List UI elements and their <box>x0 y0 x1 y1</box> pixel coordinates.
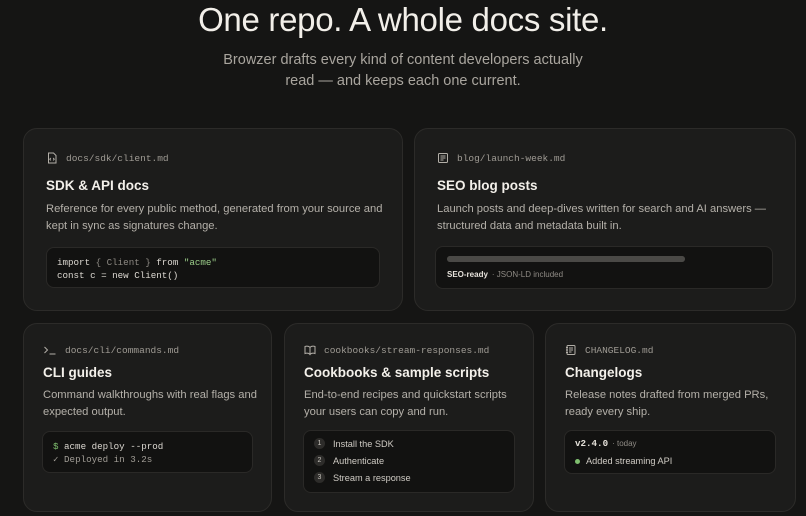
card-description: Reference for every public method, gener… <box>46 201 382 235</box>
card-changelogs: CHANGELOG.md Changelogs Release notes dr… <box>545 323 796 512</box>
hero-subtitle-line2: read — and keeps each one current. <box>285 73 521 89</box>
changelog-item: Added streaming API <box>575 453 765 469</box>
card-description: Launch posts and deep-dives written for … <box>437 201 766 235</box>
card-title: SDK & API docs <box>46 178 150 193</box>
step-number: 3 <box>314 472 325 483</box>
step-number: 1 <box>314 438 325 449</box>
card-title: SEO blog posts <box>437 178 538 193</box>
step-label: Install the SDK <box>333 438 394 449</box>
card-title: Changelogs <box>565 365 643 380</box>
card-description-line: your users can copy and run. <box>304 406 449 418</box>
list-item: 2 Authenticate <box>314 452 504 469</box>
card-path-text: CHANGELOG.md <box>585 344 654 356</box>
card-cli-guides: docs/cli/commands.md CLI guides Command … <box>23 323 272 512</box>
hero-title: One repo. A whole docs site. <box>198 1 608 38</box>
newspaper-icon <box>437 152 449 164</box>
step-number: 2 <box>314 455 325 466</box>
book-open-icon <box>304 344 316 356</box>
steps-list: 1 Install the SDK 2 Authenticate 3 Strea… <box>303 430 515 493</box>
seo-progress-fill <box>447 256 685 262</box>
card-seo-blog-posts: blog/launch-week.md SEO blog posts Launc… <box>414 128 796 311</box>
card-description: End-to-end recipes and quickstart script… <box>304 387 507 421</box>
card-description-line: Command walkthroughs with real flags and <box>43 389 257 401</box>
changelog-item-label: Added streaming API <box>586 456 673 466</box>
file-code-icon <box>46 152 58 164</box>
changelog-entry: v2.4.0 · today Added streaming API <box>564 430 776 474</box>
terminal-output: ✓ Deployed in 3.2s <box>53 454 153 465</box>
version-note: · today <box>612 439 637 448</box>
card-description-line: expected output. <box>43 406 126 418</box>
version-tag: v2.4.0 <box>575 438 609 449</box>
card-description-line: End-to-end recipes and quickstart script… <box>304 389 507 401</box>
card-path-text: docs/cli/commands.md <box>65 344 180 356</box>
seo-badge-row: SEO-ready · JSON-LD included <box>447 270 563 279</box>
seo-progress-bar <box>447 256 685 262</box>
card-path-text: blog/launch-week.md <box>457 152 566 164</box>
card-cookbooks: cookbooks/stream-responses.md Cookbooks … <box>284 323 534 512</box>
card-path: docs/cli/commands.md <box>43 344 179 356</box>
version-row: v2.4.0 · today <box>575 438 765 453</box>
card-title: Cookbooks & sample scripts <box>304 365 490 380</box>
card-description: Command walkthroughs with real flags and… <box>43 387 257 421</box>
card-description-line: kept in sync as signatures change. <box>46 220 218 232</box>
code-line: import { Client } from "acme" <box>57 257 217 268</box>
card-sdk-api-docs: docs/sdk/client.md SDK & API docs Refere… <box>23 128 403 311</box>
seo-badge-note: · JSON-LD included <box>491 270 564 279</box>
card-description-line: ready every ship. <box>565 406 651 418</box>
code-snippet: import { Client } from "acme" const c = … <box>46 247 380 288</box>
card-path: docs/sdk/client.md <box>46 152 169 164</box>
card-path: CHANGELOG.md <box>565 344 653 356</box>
code-line: const c = new Client() <box>57 270 179 281</box>
terminal-command: $ acme deploy --prod <box>53 441 164 452</box>
card-path-text: docs/sdk/client.md <box>66 152 169 164</box>
card-description-line: Launch posts and deep-dives written for … <box>437 203 766 215</box>
card-description-line: Reference for every public method, gener… <box>46 203 383 215</box>
list-item: 3 Stream a response <box>314 469 504 486</box>
hero-subtitle-line1: Browzer drafts every kind of content dev… <box>223 52 583 68</box>
step-label: Authenticate <box>333 455 385 466</box>
card-title: CLI guides <box>43 365 113 380</box>
card-description: Release notes drafted from merged PRs, r… <box>565 387 768 421</box>
card-path: blog/launch-week.md <box>437 152 565 164</box>
card-description-line: structured data and metadata built in. <box>437 220 622 232</box>
card-description-line: Release notes drafted from merged PRs, <box>565 389 769 401</box>
terminal-snippet: $ acme deploy --prod ✓ Deployed in 3.2s <box>42 431 253 473</box>
hero-subtitle: Browzer drafts every kind of content dev… <box>0 50 806 92</box>
list-item: 1 Install the SDK <box>314 435 504 452</box>
terminal-icon <box>43 344 57 356</box>
seo-preview: SEO-ready · JSON-LD included <box>435 246 773 289</box>
card-path: cookbooks/stream-responses.md <box>304 344 489 356</box>
status-dot <box>575 458 580 464</box>
step-label: Stream a response <box>333 472 411 483</box>
changelog-icon <box>565 344 577 356</box>
card-path-text: cookbooks/stream-responses.md <box>324 344 490 356</box>
seo-badge: SEO-ready <box>447 270 488 279</box>
